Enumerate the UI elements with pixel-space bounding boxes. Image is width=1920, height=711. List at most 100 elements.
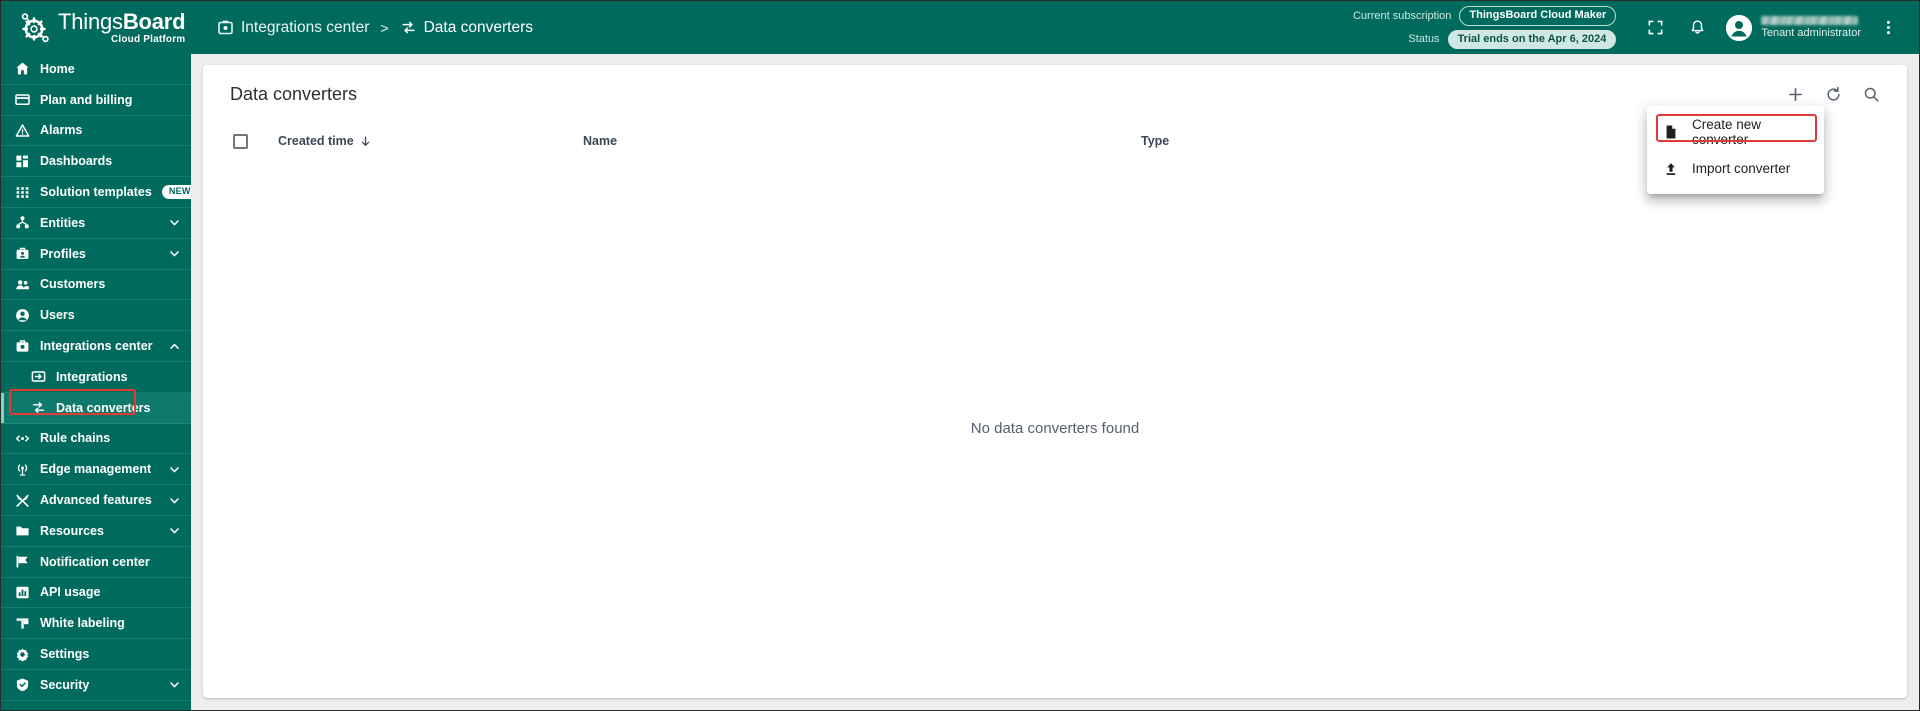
sidebar-item-solution-templates[interactable]: Solution templates NEW (1, 177, 191, 208)
chevron-down-icon[interactable] (168, 494, 181, 507)
sidebar-item-advanced-features[interactable]: Advanced features (1, 485, 191, 516)
sidebar-item-dashboards[interactable]: Dashboards (1, 146, 191, 178)
sidebar-item-white-labeling[interactable]: White labeling (1, 608, 191, 640)
fullscreen-icon (1647, 19, 1664, 36)
column-header-name[interactable]: Name (583, 134, 1141, 148)
top-bar-actions: Tenant administrator (1634, 1, 1919, 54)
integrations-center-icon (217, 19, 234, 36)
user-menu-button[interactable]: Tenant administrator (1718, 14, 1867, 41)
sidebar-item-edge-management[interactable]: Edge management (1, 454, 191, 486)
sidebar-item-notification-center[interactable]: Notification center (1, 547, 191, 578)
brand-logo-area[interactable]: ThingsBoard Cloud Platform (1, 1, 191, 54)
subscription-info: Current subscription ThingsBoard Cloud M… (1353, 1, 1634, 54)
sidebar-item-integrations-center[interactable]: Integrations center (1, 331, 191, 362)
subscription-plan-badge[interactable]: ThingsBoard Cloud Maker (1459, 6, 1617, 26)
sidebar-item-data-converters[interactable]: Data converters (1, 392, 191, 424)
brand-title: ThingsBoard (58, 8, 186, 34)
breadcrumb-parent-label: Integrations center (241, 18, 370, 36)
top-bar: ThingsBoard Cloud Platform Integrations … (1, 1, 1919, 54)
subscription-status-badge[interactable]: Trial ends on the Apr 6, 2024 (1447, 29, 1617, 49)
subscription-status-label: Status (1408, 33, 1440, 46)
sidebar-item-label: Data converters (56, 400, 151, 415)
sidebar-item-rule-chains[interactable]: Rule chains (1, 424, 191, 455)
sidebar-navigation: Home Plan and billing Alarms Dashboards (1, 54, 191, 710)
sidebar-item-label: Notification center (40, 554, 150, 569)
more-options-button[interactable] (1867, 1, 1909, 54)
sidebar-item-label: Settings (40, 647, 90, 662)
profiles-icon (15, 246, 30, 261)
menu-item-label: Create new converter (1692, 116, 1762, 147)
sidebar-item-label: Integrations center (40, 339, 153, 354)
chevron-down-icon[interactable] (168, 247, 181, 260)
column-label: Type (1141, 134, 1170, 148)
chevron-down-icon[interactable] (168, 524, 181, 537)
sidebar-item-label: Home (40, 61, 75, 76)
sidebar-item-label: Resources (40, 523, 104, 538)
document-icon (1662, 123, 1679, 140)
breadcrumb: Integrations center > Data converters (191, 1, 533, 54)
sidebar-item-label: White labeling (40, 616, 125, 631)
sidebar-item-customers[interactable]: Customers (1, 270, 191, 301)
integrations-arrow-icon (31, 369, 46, 384)
sidebar-item-plan-and-billing[interactable]: Plan and billing (1, 85, 191, 116)
breadcrumb-item-integrations-center[interactable]: Integrations center (217, 19, 369, 37)
subscription-plan-row: Current subscription ThingsBoard Cloud M… (1352, 6, 1617, 26)
column-header-created-time[interactable]: Created time (278, 134, 583, 148)
chevron-up-icon[interactable] (168, 340, 181, 353)
sidebar-item-integrations[interactable]: Integrations (1, 362, 191, 393)
upload-icon (1662, 160, 1679, 177)
breadcrumb-separator: > (380, 19, 389, 36)
sidebar-item-home[interactable]: Home (1, 54, 191, 85)
menu-item-create-new-converter[interactable]: Create new converter (1647, 113, 1824, 150)
sidebar-item-security[interactable]: Security (1, 670, 191, 701)
subscription-status-row: Status Trial ends on the Apr 6, 2024 (1408, 29, 1617, 49)
add-converter-menu: Create new converter Import converter (1647, 106, 1824, 194)
thingsboard-gear-logo-icon (17, 11, 51, 45)
sidebar-item-settings[interactable]: Settings (1, 639, 191, 670)
chevron-down-icon[interactable] (168, 216, 181, 229)
search-button[interactable] (1853, 76, 1889, 112)
table-body: No data converters found (203, 159, 1907, 698)
brand-subtitle: Cloud Platform (110, 33, 186, 45)
kebab-menu-icon (1880, 19, 1897, 36)
sidebar-item-entities[interactable]: Entities (1, 208, 191, 239)
sidebar-item-label: API usage (40, 585, 101, 600)
column-label: Created time (278, 134, 354, 148)
user-name-redacted (1761, 16, 1859, 25)
sidebar-item-resources[interactable]: Resources (1, 516, 191, 547)
plus-icon (1786, 85, 1805, 104)
entities-hierarchy-icon (15, 215, 30, 230)
arrow-down-icon (359, 135, 372, 148)
sidebar-item-label: Edge management (40, 462, 152, 477)
data-converters-icon (400, 19, 417, 36)
alarm-triangle-icon (15, 123, 30, 138)
white-labeling-icon (15, 616, 30, 631)
subscription-label: Current subscription (1352, 9, 1452, 22)
new-badge: NEW (161, 185, 191, 200)
chevron-down-icon[interactable] (168, 678, 181, 691)
chevron-down-icon[interactable] (168, 463, 181, 476)
fullscreen-button[interactable] (1634, 1, 1676, 54)
notifications-button[interactable] (1676, 1, 1718, 54)
thingsboard-app-window: ThingsBoard Cloud Platform Integrations … (0, 0, 1920, 711)
sidebar-item-label: Integrations (56, 369, 128, 384)
breadcrumb-item-data-converters[interactable]: Data converters (400, 19, 533, 37)
sidebar-item-label: Advanced features (40, 493, 152, 508)
notification-flag-icon (15, 554, 30, 569)
app-body: Home Plan and billing Alarms Dashboards (1, 54, 1919, 710)
menu-item-import-converter[interactable]: Import converter (1647, 150, 1824, 187)
sidebar-item-label: Rule chains (40, 431, 111, 446)
sidebar-item-alarms[interactable]: Alarms (1, 116, 191, 147)
sidebar-item-label: Plan and billing (40, 92, 133, 107)
select-all-checkbox[interactable] (233, 133, 248, 149)
advanced-features-icon (15, 493, 30, 508)
customers-people-icon (15, 277, 30, 292)
sidebar-item-label: Entities (40, 215, 86, 230)
search-icon (1862, 85, 1881, 104)
sidebar-item-label: Customers (40, 277, 106, 292)
sidebar-item-profiles[interactable]: Profiles (1, 239, 191, 270)
sidebar-item-label: Users (40, 308, 75, 323)
sidebar-item-api-usage[interactable]: API usage (1, 578, 191, 609)
sidebar-item-users[interactable]: Users (1, 300, 191, 332)
